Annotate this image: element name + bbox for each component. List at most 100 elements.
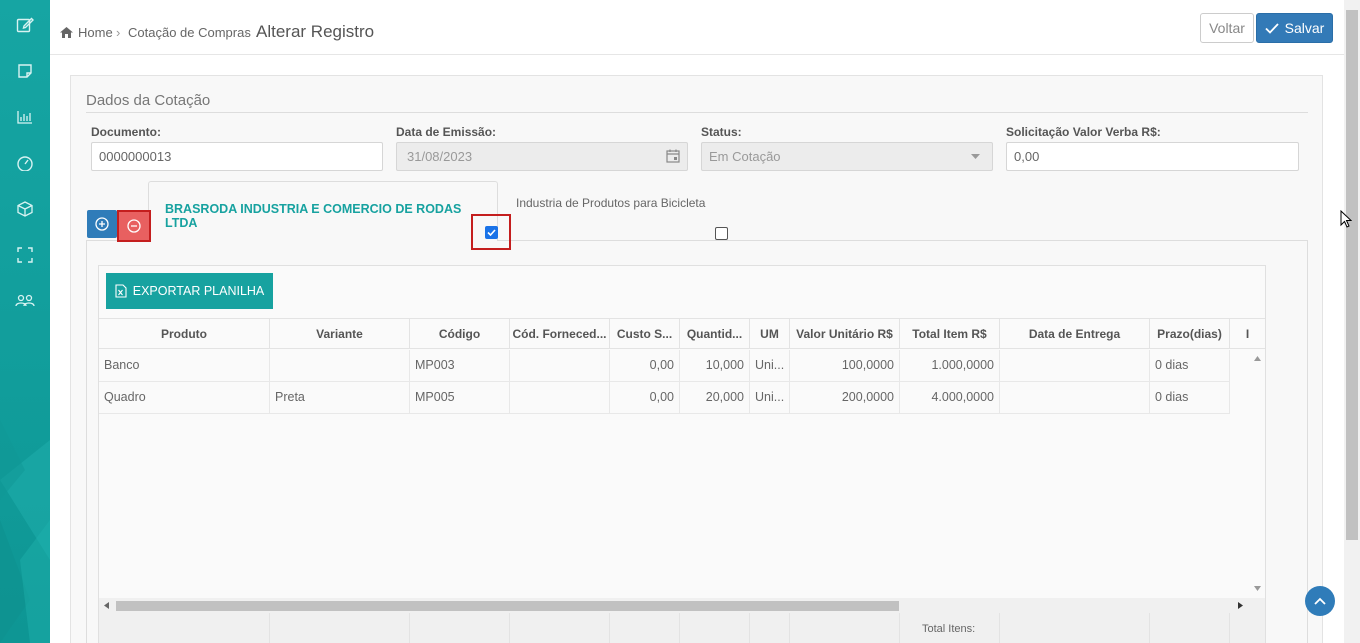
column-header[interactable]: UM: [750, 319, 790, 349]
cell-custo: 0,00: [610, 382, 680, 413]
column-header[interactable]: Quantid...: [680, 319, 750, 349]
table-row[interactable]: Banco MP003 0,00 10,000 Uni... 100,0000 …: [99, 350, 1230, 382]
scroll-left-arrow-icon[interactable]: [104, 602, 109, 609]
breadcrumb-separator-icon: ›: [244, 25, 249, 40]
grid-horizontal-scrollbar[interactable]: [99, 598, 1265, 613]
minus-circle-icon: [127, 219, 141, 233]
footer-cell: [99, 613, 270, 643]
tab-supplier-2[interactable]: Industria de Produtos para Bicicleta: [516, 196, 705, 210]
sidebar-pattern: [0, 420, 50, 643]
check-icon: [486, 228, 496, 236]
home-icon[interactable]: [60, 26, 73, 41]
verba-field[interactable]: 0,00: [1006, 142, 1299, 171]
supplier-1-checkbox[interactable]: [484, 225, 498, 239]
breadcrumb-section[interactable]: Cotação de Compras: [128, 25, 251, 40]
data-emissao-field[interactable]: 31/08/2023: [396, 142, 688, 171]
supplier-2-checkbox[interactable]: [715, 227, 728, 240]
add-supplier-button[interactable]: [87, 210, 117, 238]
cell-cod-fornecedor: [510, 382, 610, 413]
supplier-1-checkbox-highlight: [471, 214, 511, 250]
cell-um: Uni...: [750, 350, 790, 381]
scroll-right-arrow-icon[interactable]: [1238, 602, 1243, 609]
table-row[interactable]: Quadro Preta MP005 0,00 20,000 Uni... 20…: [99, 382, 1230, 414]
data-emissao-label: Data de Emissão:: [396, 125, 497, 139]
cell-codigo: MP003: [410, 350, 510, 381]
panel-divider: [86, 112, 1308, 113]
users-icon[interactable]: [13, 289, 37, 313]
cell-prazo: 0 dias: [1150, 382, 1230, 413]
mouse-cursor-icon: [1340, 210, 1352, 228]
save-button[interactable]: Salvar: [1256, 13, 1333, 43]
column-header[interactable]: Variante: [270, 319, 410, 349]
cell-codigo: MP005: [410, 382, 510, 413]
footer-cell: [1150, 613, 1230, 643]
column-header[interactable]: Total Item R$: [900, 319, 1000, 349]
footer-cell: [680, 613, 750, 643]
footer-cell: [790, 613, 900, 643]
cell-quantidade: 20,000: [680, 382, 750, 413]
footer-cell: [270, 613, 410, 643]
grid-vertical-scrollbar[interactable]: [1250, 350, 1265, 596]
tab-supplier-1-label: BRASRODA INDUSTRIA E COMERCIO DE RODAS L…: [165, 202, 462, 230]
column-header[interactable]: Valor Unitário R$: [790, 319, 900, 349]
cell-data-entrega: [1000, 350, 1150, 381]
cell-produto: Banco: [99, 350, 270, 381]
remove-supplier-button[interactable]: [117, 210, 151, 242]
cell-valor-unitario: 200,0000: [790, 382, 900, 413]
excel-file-icon: [115, 284, 127, 298]
quote-data-panel: Dados da Cotação Documento: 0000000013 D…: [70, 75, 1323, 643]
column-header[interactable]: Código: [410, 319, 510, 349]
note-icon[interactable]: [13, 59, 37, 83]
status-value: Em Cotação: [709, 149, 781, 164]
save-button-label: Salvar: [1284, 20, 1325, 36]
main-content: Home › Cotação de Compras › Alterar Regi…: [50, 0, 1344, 643]
total-items-label: Total Itens:: [922, 623, 976, 635]
sidebar: [0, 0, 50, 643]
documento-field[interactable]: 0000000013: [91, 142, 383, 171]
export-spreadsheet-label: EXPORTAR PLANILHA: [132, 284, 265, 298]
chevron-up-icon: [1314, 597, 1326, 605]
column-header[interactable]: Custo S...: [610, 319, 680, 349]
edit-icon[interactable]: [13, 13, 37, 37]
footer-cell: [510, 613, 610, 643]
cell-custo: 0,00: [610, 350, 680, 381]
bar-chart-icon[interactable]: [13, 105, 37, 129]
page-vertical-scrollbar[interactable]: [1344, 0, 1360, 643]
expand-icon[interactable]: [13, 243, 37, 267]
scroll-to-top-button[interactable]: [1305, 586, 1335, 616]
dashboard-gauge-icon[interactable]: [13, 151, 37, 175]
cell-quantidade: 10,000: [680, 350, 750, 381]
status-select[interactable]: Em Cotação: [701, 142, 993, 171]
column-header[interactable]: Prazo(dias): [1150, 319, 1230, 349]
page-title: Alterar Registro: [256, 22, 375, 41]
column-header[interactable]: Data de Entrega: [1000, 319, 1150, 349]
grid-footer: Total Itens:: [99, 613, 1265, 643]
column-header[interactable]: Cód. Forneced...: [510, 319, 610, 349]
back-button[interactable]: Voltar: [1200, 13, 1254, 43]
column-header[interactable]: Produto: [99, 319, 270, 349]
documento-label: Documento:: [91, 125, 161, 139]
status-label: Status:: [701, 125, 742, 139]
export-spreadsheet-button[interactable]: EXPORTAR PLANILHA: [106, 273, 273, 309]
footer-cell: [410, 613, 510, 643]
column-header[interactable]: I: [1230, 319, 1265, 349]
breadcrumb-separator-icon: ›: [116, 25, 121, 40]
cell-prazo: 0 dias: [1150, 350, 1230, 381]
scroll-up-arrow-icon[interactable]: [1254, 356, 1261, 361]
grid-header: Produto Variante Código Cód. Forneced...…: [99, 318, 1265, 349]
tab-supplier-1[interactable]: BRASRODA INDUSTRIA E COMERCIO DE RODAS L…: [148, 181, 498, 241]
cell-total-item: 1.000,0000: [900, 350, 1000, 381]
footer-cell: [750, 613, 790, 643]
cell-variante: Preta: [270, 382, 410, 413]
breadcrumb-home[interactable]: Home: [78, 25, 113, 40]
panel-title: Dados da Cotação: [86, 92, 211, 109]
cube-icon[interactable]: [13, 197, 37, 221]
horizontal-scroll-thumb[interactable]: [116, 601, 899, 611]
cell-produto: Quadro: [99, 382, 270, 413]
plus-circle-icon: [95, 217, 109, 231]
cell-total-item: 4.000,0000: [900, 382, 1000, 413]
scroll-down-arrow-icon[interactable]: [1254, 586, 1261, 591]
cell-data-entrega: [1000, 382, 1150, 413]
page-scroll-thumb[interactable]: [1346, 10, 1358, 540]
calendar-icon[interactable]: [666, 149, 680, 163]
